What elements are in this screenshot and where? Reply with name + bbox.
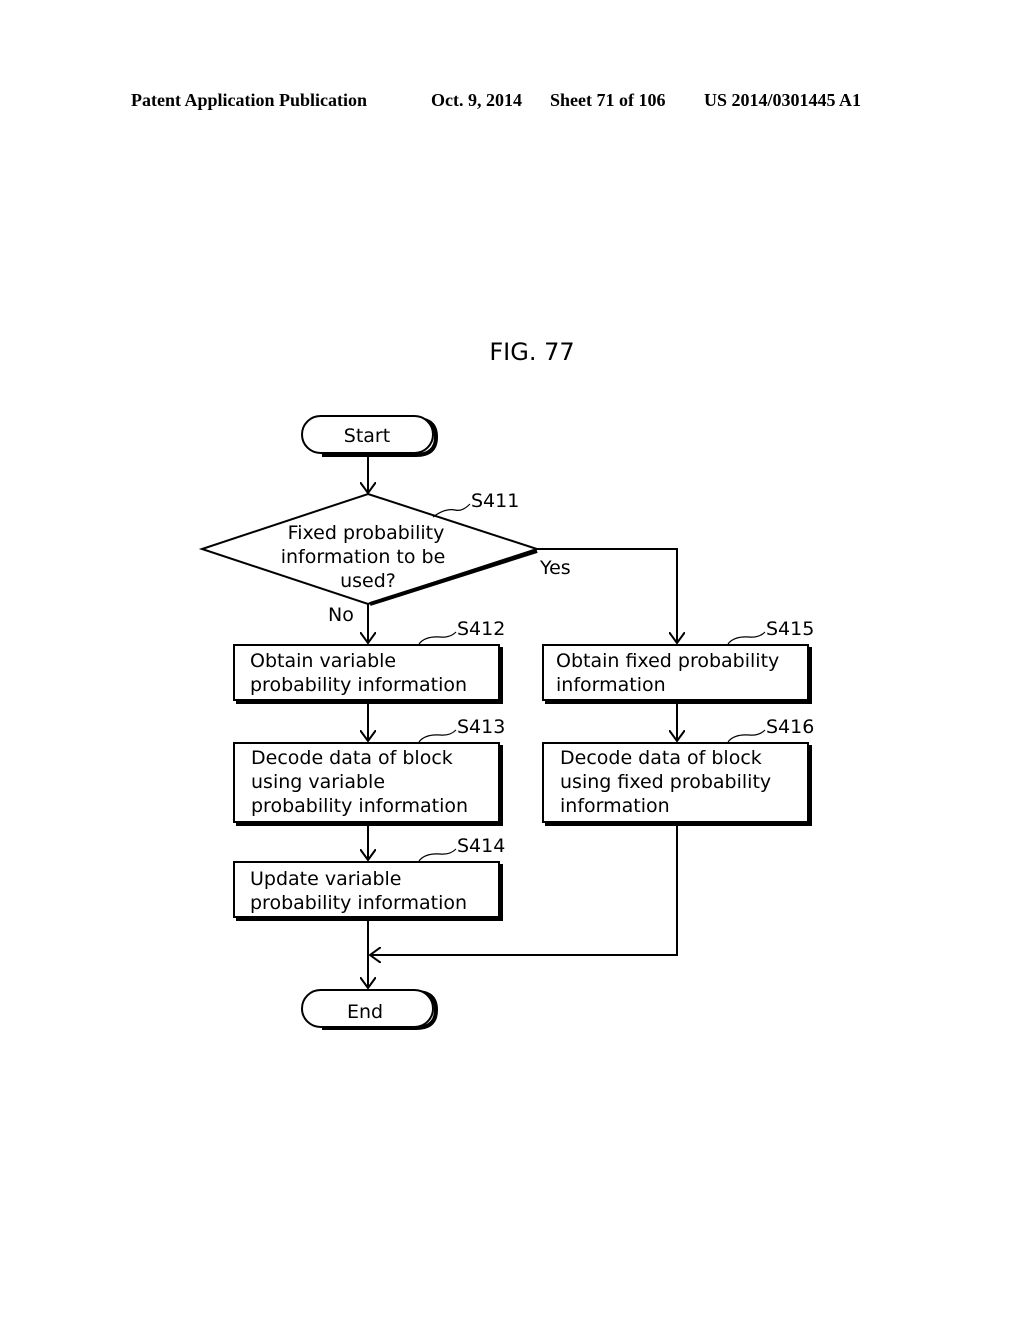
step-id-s416: S416: [766, 716, 814, 738]
s413-line-3: probability information: [251, 795, 468, 817]
no-label: No: [328, 604, 354, 626]
s413-line-2: using variable: [251, 771, 385, 793]
decision-line-2: information to be: [281, 546, 446, 568]
s413-line-1: Decode data of block: [251, 747, 453, 769]
decision-line-1: Fixed probability: [288, 522, 445, 544]
step-id-s415: S415: [766, 618, 814, 640]
s415-line-2: information: [556, 674, 666, 696]
step-s412: Obtain variable probability information: [233, 644, 503, 704]
s414-line-1: Update variable: [250, 868, 402, 890]
end-label: End: [347, 1001, 383, 1023]
s416-line-3: information: [560, 795, 670, 817]
step-s413: Decode data of block using variable prob…: [233, 742, 503, 826]
decision-line-3: used?: [340, 570, 396, 592]
step-s414: Update variable probability information: [233, 861, 503, 921]
leader-s411: [432, 503, 471, 518]
leader-s414: [418, 848, 457, 862]
start-terminal: Start: [301, 415, 439, 457]
s416-line-1: Decode data of block: [560, 747, 762, 769]
leader-s412: [418, 631, 457, 645]
step-id-s414: S414: [457, 835, 505, 857]
step-id-s413: S413: [457, 716, 505, 738]
end-terminal: End: [301, 989, 439, 1030]
s412-line-1: Obtain variable: [250, 650, 396, 672]
step-id-s411: S411: [471, 490, 519, 512]
leader-s413: [418, 729, 457, 743]
s414-line-2: probability information: [250, 892, 467, 914]
s415-line-1: Obtain fixed probability: [556, 650, 779, 672]
flowchart: Start Fixed probability information to b…: [198, 415, 814, 1030]
s416-line-2: using fixed probability: [560, 771, 771, 793]
leader-s415: [727, 631, 766, 645]
step-s415: Obtain fixed probability information: [542, 644, 812, 704]
step-s416: Decode data of block using fixed probabi…: [542, 742, 812, 826]
step-id-s412: S412: [457, 618, 505, 640]
leader-s416: [727, 729, 766, 743]
yes-label: Yes: [539, 557, 571, 579]
start-label: Start: [344, 425, 390, 447]
s412-line-2: probability information: [250, 674, 467, 696]
